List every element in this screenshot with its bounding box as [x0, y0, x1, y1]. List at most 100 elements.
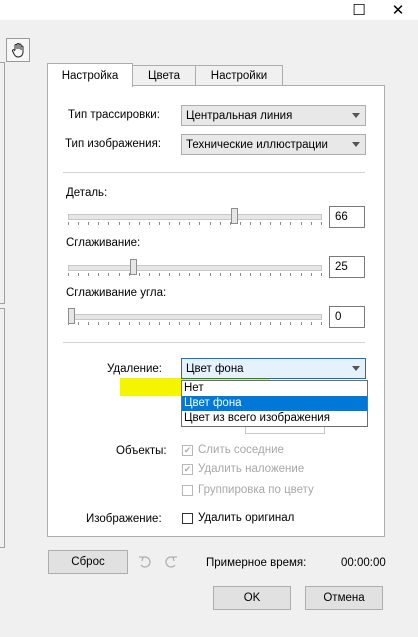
hidden-button-edge: [245, 427, 325, 434]
maximize-button[interactable]: ☐: [339, 0, 379, 20]
detail-label: Деталь:: [66, 187, 108, 199]
trace-type-select[interactable]: Центральная линия: [181, 105, 366, 126]
detail-value-input[interactable]: 66: [329, 206, 365, 228]
slider-tick: [158, 322, 160, 325]
ok-button[interactable]: OK: [213, 586, 291, 610]
close-icon: ✕: [391, 2, 405, 19]
check-icon: ✔: [183, 464, 192, 474]
slider-tick: [148, 222, 150, 225]
delete-original-checkbox[interactable]: [182, 513, 193, 524]
removal-option-none[interactable]: Нет: [182, 381, 367, 396]
undo-button[interactable]: [137, 554, 153, 570]
slider-tick: [128, 222, 130, 225]
tab-setup[interactable]: Настройка: [47, 63, 133, 87]
slider-track[interactable]: [68, 314, 322, 320]
chevron-down-icon: [352, 366, 360, 371]
slider-tick: [179, 322, 181, 325]
chevron-down-icon: [352, 113, 360, 118]
slider-tick: [310, 222, 312, 225]
removal-option-whole-image-color[interactable]: Цвет из всего изображения: [182, 411, 367, 426]
removal-option-background-color[interactable]: Цвет фона: [182, 396, 367, 411]
slider-tick: [199, 222, 201, 225]
merge-adjacent-label: Слить соседние: [198, 444, 284, 456]
slider-tick: [199, 273, 201, 276]
maximize-icon: ☐: [352, 2, 366, 19]
close-button[interactable]: ✕: [378, 0, 418, 20]
slider-tick: [138, 322, 140, 325]
smoothing-value-input[interactable]: 25: [329, 256, 365, 278]
slider-ticks: [68, 322, 322, 336]
slider-tick: [310, 322, 312, 325]
slider-tick: [320, 322, 322, 325]
slider-tick: [209, 322, 211, 325]
slider-tick: [98, 273, 100, 276]
removal-select[interactable]: Цвет фона: [181, 358, 366, 379]
slider-tick: [78, 222, 80, 225]
slider-track[interactable]: [68, 265, 322, 271]
slider-tick: [68, 222, 69, 225]
slider-track[interactable]: [68, 214, 322, 220]
remove-overlap-checkbox[interactable]: ✔: [182, 464, 193, 475]
smoothing-slider[interactable]: [68, 259, 322, 279]
slider-tick: [209, 273, 211, 276]
slider-ticks: [68, 222, 322, 236]
removal-label: Удаление:: [107, 363, 162, 375]
slider-tick: [270, 273, 272, 276]
slider-tick: [209, 222, 211, 225]
slider-tick: [229, 322, 231, 325]
slider-ticks: [68, 273, 322, 287]
slider-tick: [68, 273, 69, 276]
divider: [63, 172, 365, 173]
corner-smoothing-slider[interactable]: [68, 308, 322, 328]
slider-tick: [260, 222, 262, 225]
image-label: Изображение:: [86, 513, 162, 525]
slider-tick: [270, 322, 272, 325]
slider-tick: [280, 322, 282, 325]
slider-tick: [249, 273, 251, 276]
slider-tick: [290, 273, 292, 276]
removal-dropdown-list: Нет Цвет фона Цвет из всего изображения: [181, 380, 368, 427]
slider-tick: [239, 222, 241, 225]
chevron-down-icon: [352, 142, 360, 147]
slider-tick: [169, 222, 171, 225]
slider-tick: [108, 273, 110, 276]
remove-overlap-label: Удалить наложение: [198, 463, 305, 475]
slider-tick: [189, 322, 191, 325]
slider-tick: [229, 273, 231, 276]
group-by-color-checkbox[interactable]: [182, 485, 193, 496]
slider-tick: [300, 222, 302, 225]
slider-tick: [138, 273, 140, 276]
slider-tick: [280, 273, 282, 276]
detail-slider[interactable]: [68, 208, 322, 228]
slider-tick: [189, 222, 191, 225]
reset-button[interactable]: Сброс: [48, 550, 128, 574]
tab-colors[interactable]: Цвета: [131, 65, 197, 86]
slider-tick: [219, 273, 221, 276]
merge-adjacent-checkbox[interactable]: ✔: [182, 445, 193, 456]
slider-tick: [189, 273, 191, 276]
slider-tick: [128, 322, 130, 325]
slider-tick: [118, 273, 120, 276]
slider-thumb[interactable]: [130, 259, 137, 275]
slider-tick: [108, 322, 110, 325]
image-type-label: Тип изображения:: [65, 138, 161, 150]
redo-button[interactable]: [163, 554, 179, 570]
hand-icon: [11, 43, 24, 58]
objects-label: Объекты:: [116, 445, 167, 457]
slider-thumb[interactable]: [231, 208, 238, 224]
tab-settings[interactable]: Настройки: [195, 65, 283, 86]
pan-tool-button[interactable]: [6, 38, 30, 62]
image-type-select[interactable]: Технические иллюстрации: [181, 134, 366, 155]
slider-tick: [179, 273, 181, 276]
corner-smoothing-value-input[interactable]: 0: [329, 306, 365, 328]
slider-thumb[interactable]: [68, 308, 75, 324]
cancel-button[interactable]: Отмена: [305, 586, 383, 610]
slider-tick: [88, 222, 90, 225]
preview-pane-bottom[interactable]: [0, 308, 5, 548]
slider-tick: [118, 222, 120, 225]
corner-smoothing-label: Сглаживание угла:: [66, 287, 167, 299]
slider-tick: [78, 273, 80, 276]
slider-tick: [219, 222, 221, 225]
preview-pane-top[interactable]: [0, 62, 5, 304]
slider-tick: [300, 273, 302, 276]
